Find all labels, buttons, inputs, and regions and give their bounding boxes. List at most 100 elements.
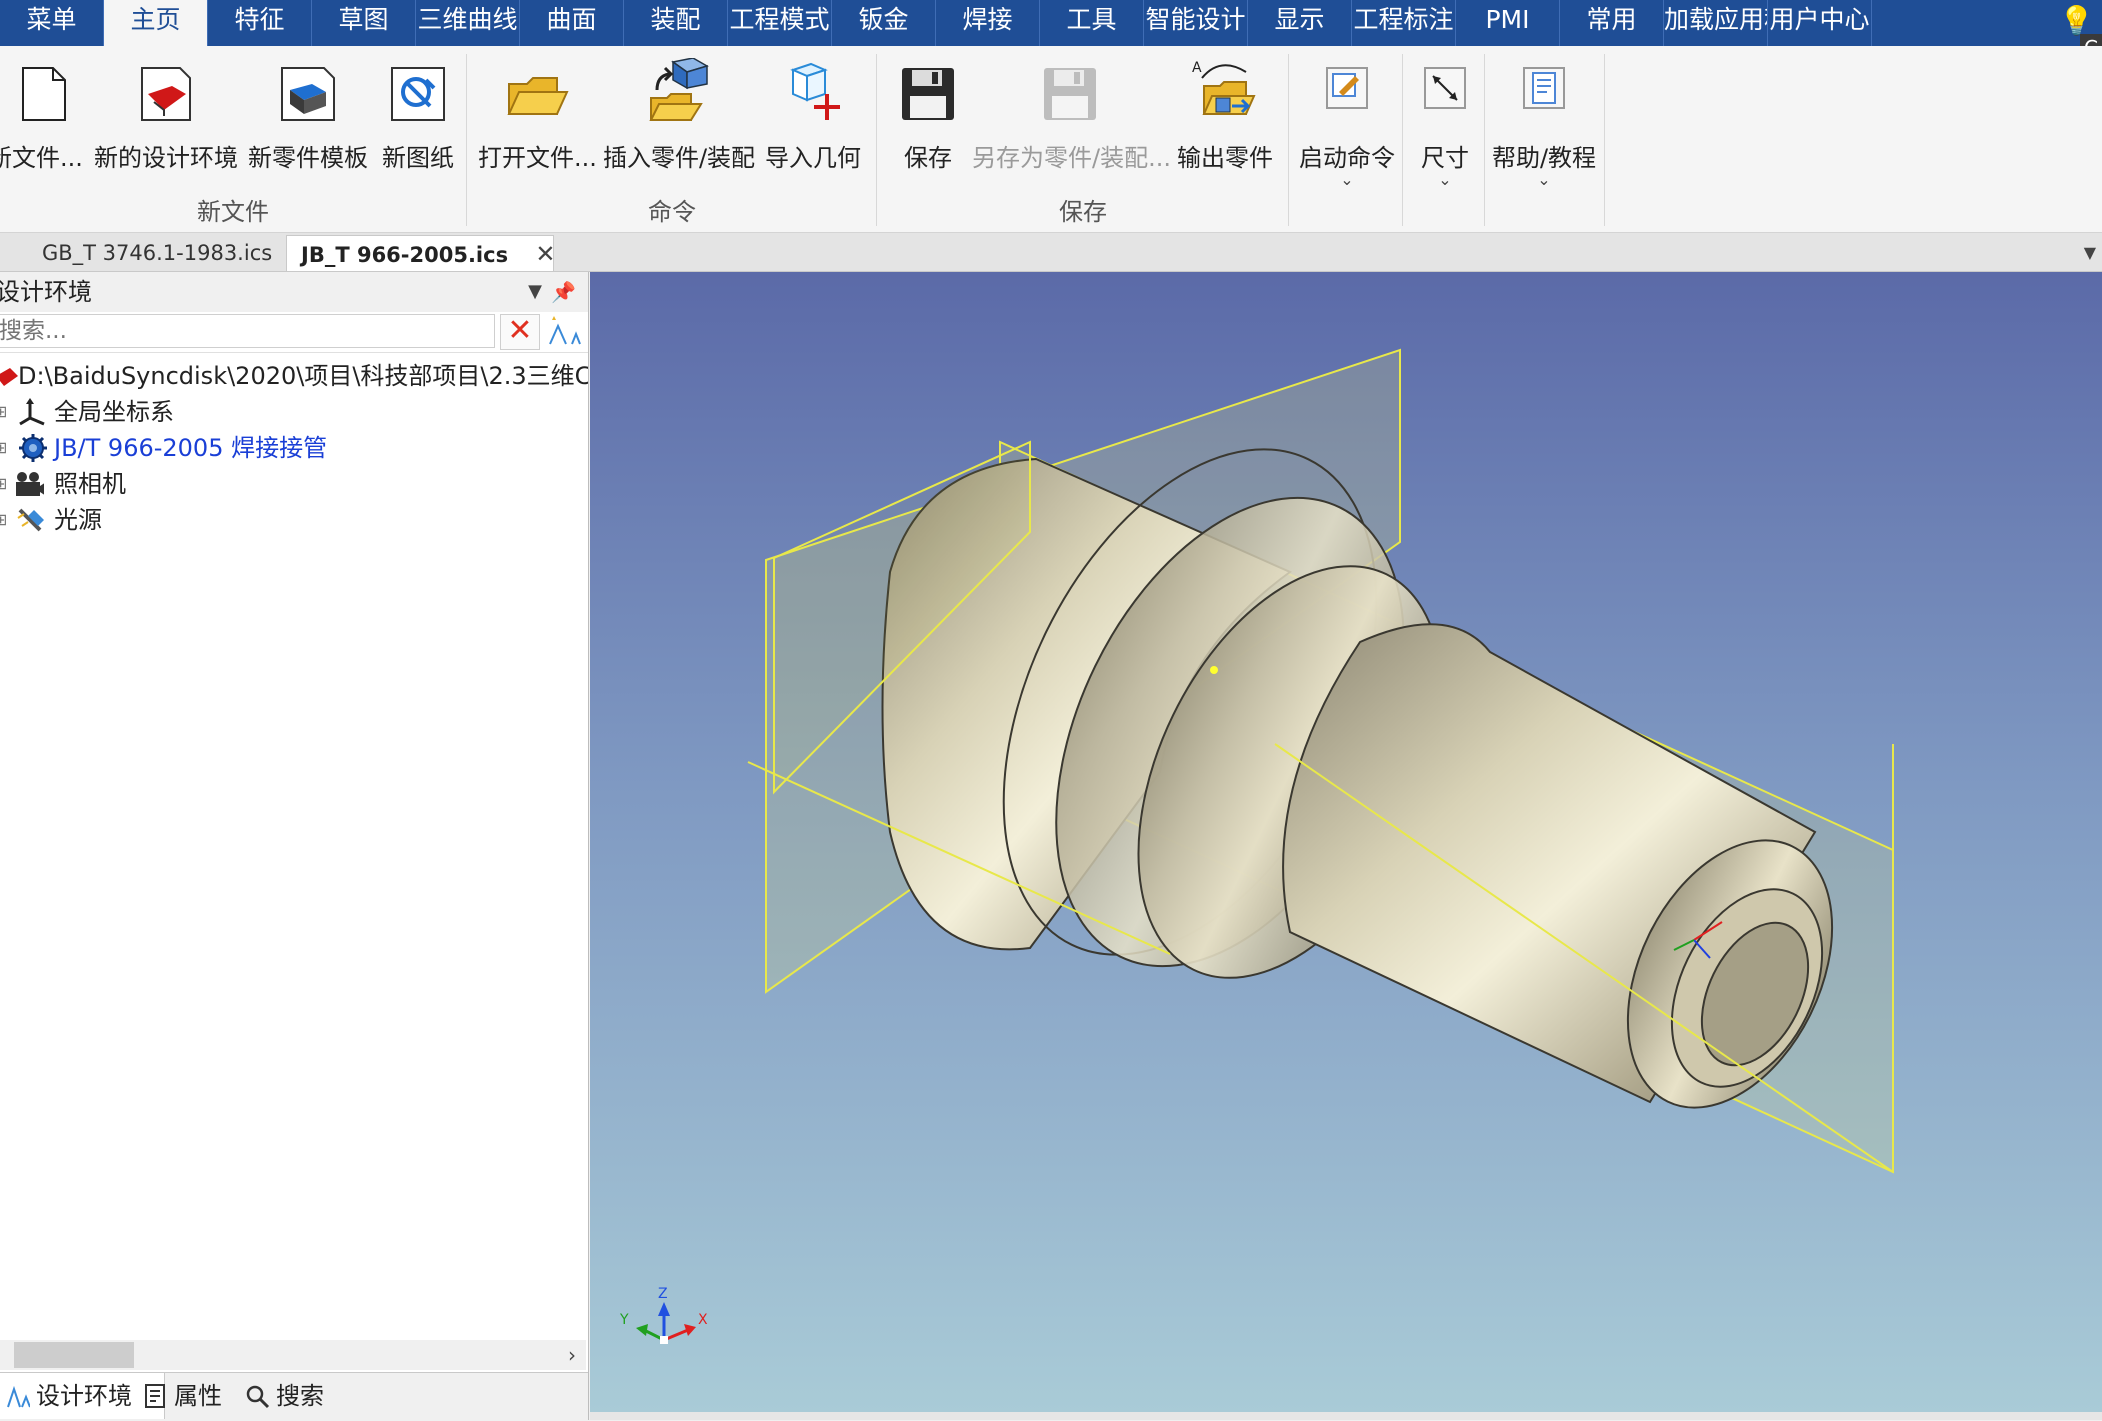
import-geometry-icon (790, 62, 840, 120)
group-separator (1288, 54, 1289, 226)
start-command-button[interactable]: 启动命令 ⌄ (1294, 58, 1400, 198)
export-part-button[interactable]: A 输出零件 (1172, 58, 1278, 198)
viewport-scene: Z X Y (619, 348, 1894, 1344)
ribbon: 新文件... 新的设计环境 新零件模板 新图纸 新文件 (0, 46, 2102, 233)
save-as-part-label: 另存为零件/装配... (972, 144, 1171, 172)
open-file-label: 打开文件... (478, 144, 597, 172)
status-bar (590, 1412, 2102, 1420)
new-file-label: 新文件... (0, 144, 83, 172)
menu-tab-14[interactable]: PMI (1456, 0, 1560, 46)
expand-icon[interactable]: ⊞ (0, 430, 7, 466)
new-design-env-button[interactable]: 新的设计环境 (94, 58, 238, 198)
doc-tab-gb-t-3746[interactable]: GB_T 3746.1-1983.ics (28, 235, 287, 271)
scroll-right-icon[interactable]: › (568, 1340, 576, 1370)
tree-item-part[interactable]: ⊞ JB/T 966-2005 焊接接管 (0, 430, 588, 466)
save-as-part-button[interactable]: 另存为零件/装配... (972, 58, 1171, 198)
help-tutorial-icon (1523, 67, 1565, 109)
menu-tab-17[interactable]: 用户中心 (1768, 0, 1872, 46)
expand-icon[interactable]: ⊞ (0, 394, 7, 430)
group-label-new-file: 新文件 (197, 198, 269, 226)
chevron-down-icon: ⌄ (1438, 170, 1452, 189)
menu-tab-1[interactable]: 主页 (104, 0, 208, 46)
menu-tab-6[interactable]: 装配 (624, 0, 728, 46)
tree-item-design-env[interactable]: D:\BaiduSyncdisk\2020\项目\科技部项目\2.3三维CA (0, 358, 588, 394)
export-part-label: 输出零件 (1177, 144, 1273, 172)
lightbulb-icon[interactable]: 💡 (2059, 4, 2094, 37)
search-row: ✕ (0, 312, 588, 353)
new-part-template-button[interactable]: 新零件模板 (246, 58, 370, 198)
clear-search-icon[interactable]: ✕ (500, 314, 540, 350)
expand-icon[interactable]: ⊞ (0, 502, 7, 538)
insert-part-label: 插入零件/装配 (602, 144, 756, 172)
menu-tab-0[interactable]: 菜单 (0, 0, 104, 46)
close-icon[interactable]: ✕ (535, 240, 555, 268)
menu-tab-5[interactable]: 曲面 (520, 0, 624, 46)
tree-item-global-coordinates[interactable]: ⊞ 全局坐标系 (0, 394, 588, 430)
filter-icon[interactable] (546, 316, 582, 348)
pin-icon[interactable]: 📌 (551, 272, 576, 312)
open-file-button[interactable]: 打开文件... (478, 58, 597, 198)
design-env-tab-icon (7, 1385, 30, 1408)
search-input[interactable] (0, 314, 495, 348)
doc-tab-label: JB_T 966-2005.ics (301, 243, 509, 267)
chevron-down-icon: ⌄ (1537, 170, 1551, 189)
menu-tab-9[interactable]: 焊接 (936, 0, 1040, 46)
menu-tab-13[interactable]: 工程标注 (1352, 0, 1456, 46)
menu-tab-4[interactable]: 三维曲线 (416, 0, 520, 46)
scrollbar-thumb[interactable] (14, 1342, 134, 1368)
expand-icon[interactable]: ⊞ (0, 466, 7, 502)
save-label: 保存 (904, 144, 952, 172)
dimension-button[interactable]: 尺寸 ⌄ (1406, 58, 1484, 198)
tab-label: 设计环境 (36, 1382, 132, 1410)
tree-item-label: 全局坐标系 (54, 398, 174, 426)
anchor-point[interactable] (1210, 666, 1218, 674)
panel-header: 设计环境 ▼ 📌 (0, 272, 588, 312)
tab-label: 属性 (174, 1382, 222, 1410)
save-icon (902, 68, 954, 120)
new-part-template-icon (281, 67, 335, 121)
menu-tab-16[interactable]: 加载应用程 (1664, 0, 1768, 46)
new-design-environment-icon (141, 67, 191, 121)
folder-open-icon (507, 77, 569, 115)
light-source-icon (17, 508, 44, 532)
menu-tab-10[interactable]: 工具 (1040, 0, 1144, 46)
insert-part-button[interactable]: 插入零件/装配 (600, 58, 758, 198)
insert-part-icon (649, 58, 709, 121)
tree-item-light-source[interactable]: ⊞ 光源 (0, 502, 588, 538)
group-label-save: 保存 (1059, 198, 1107, 226)
menu-tab-7[interactable]: 工程模式 (728, 0, 832, 46)
menu-bar: 菜单 主页 特征 草图 三维曲线 曲面 装配 工程模式 钣金 焊接 工具 智能设计 显示 工程标注 PMI 常… (0, 0, 2102, 46)
new-file-button[interactable]: 新文件... (0, 58, 83, 198)
dimension-icon (1424, 67, 1466, 109)
help-tutorial-button[interactable]: 帮助/教程 ⌄ (1488, 58, 1600, 198)
new-drawing-icon (391, 67, 445, 121)
panel-dropdown-icon[interactable]: ▼ (528, 272, 542, 312)
group-separator (1402, 54, 1403, 226)
tree-item-camera[interactable]: ⊞ 照相机 (0, 466, 588, 502)
doc-tab-jb-t-966[interactable]: JB_T 966-2005.ics ✕ (286, 235, 556, 271)
orientation-triad-icon[interactable]: Z X Y (619, 1286, 708, 1344)
menu-tab-11[interactable]: 智能设计 (1144, 0, 1248, 46)
new-drawing-button[interactable]: 新图纸 (376, 58, 460, 198)
document-tabs: GB_T 3746.1-1983.ics JB_T 966-2005.ics ✕… (0, 233, 2102, 272)
group-separator (1484, 54, 1485, 226)
search-icon (246, 1385, 270, 1409)
menu-tab-15[interactable]: 常用 (1560, 0, 1664, 46)
3d-viewport[interactable]: Z X Y (590, 272, 2102, 1412)
design-environment-panel: 设计环境 ▼ 📌 ✕ D:\BaiduSyncdisk\2020\项目\科技部项… (0, 272, 589, 1421)
doc-tab-label: GB_T 3746.1-1983.ics (42, 241, 273, 265)
save-button[interactable]: 保存 (886, 58, 970, 198)
menu-tab-12[interactable]: 显示 (1248, 0, 1352, 46)
menu-tab-2[interactable]: 特征 (208, 0, 312, 46)
horizontal-scrollbar[interactable]: › (0, 1340, 586, 1370)
tab-search[interactable]: 搜索 (240, 1373, 376, 1419)
group-label-command: 命令 (648, 198, 696, 226)
menu-tab-3[interactable]: 草图 (312, 0, 416, 46)
import-geometry-button[interactable]: 导入几何 (762, 58, 864, 198)
tab-list-dropdown-icon[interactable]: ▼ (2084, 243, 2096, 262)
triad-x-label: X (698, 1312, 708, 1328)
save-as-icon (1044, 68, 1096, 120)
group-separator (876, 54, 877, 226)
menu-tab-8[interactable]: 钣金 (832, 0, 936, 46)
part-gear-icon (19, 434, 47, 462)
